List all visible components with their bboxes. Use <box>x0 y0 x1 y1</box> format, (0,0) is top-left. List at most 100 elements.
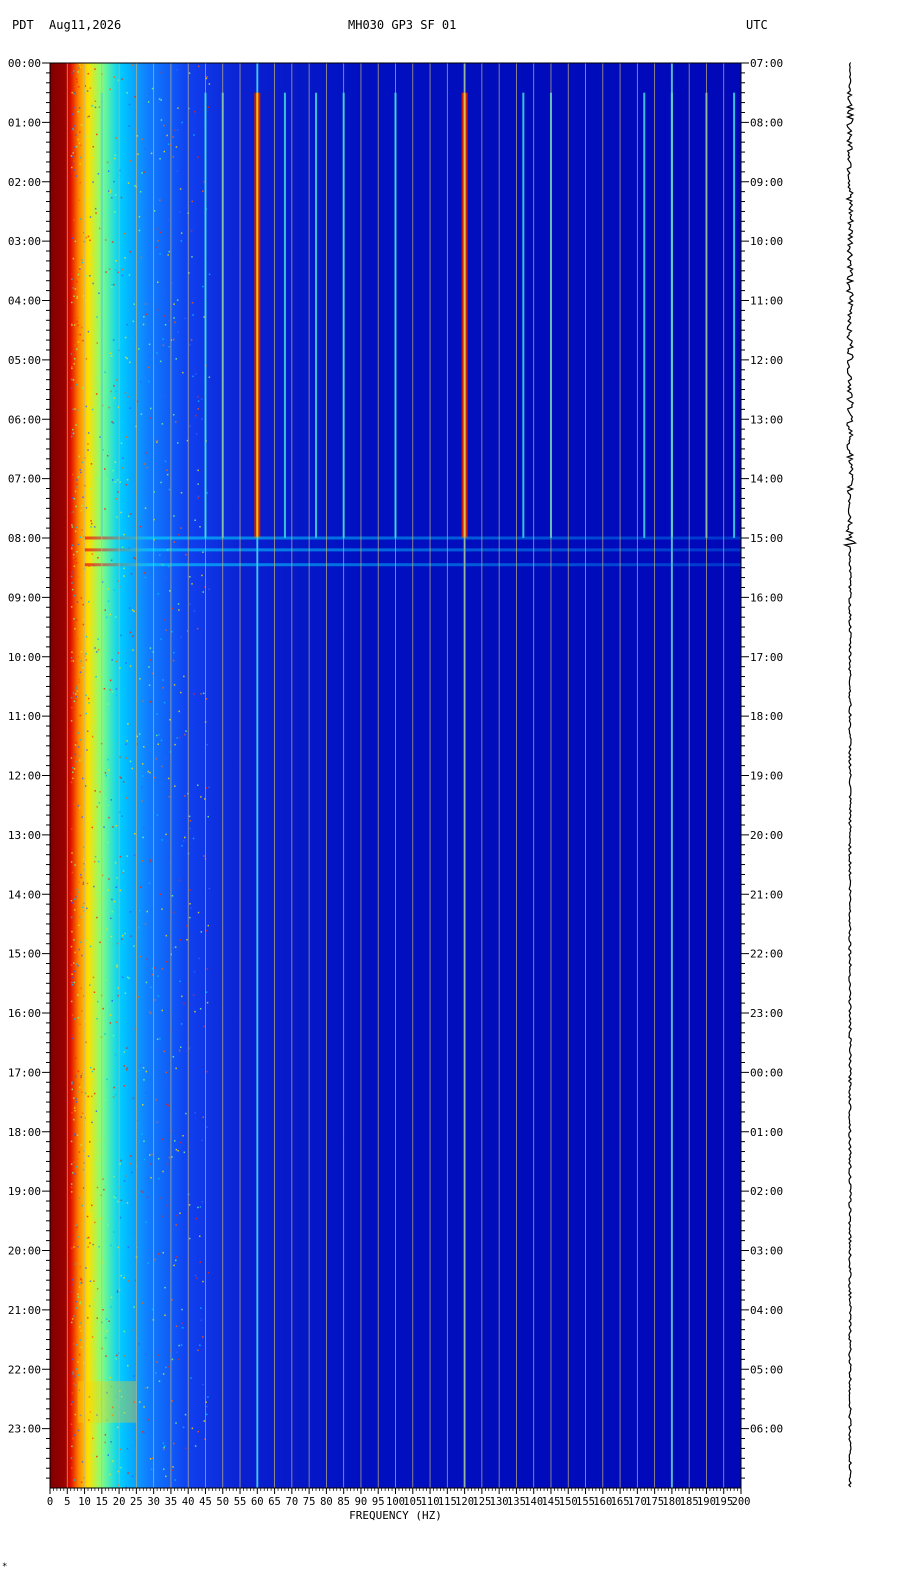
right-tick-label: 12:00 <box>750 354 783 367</box>
noise-speckle <box>173 317 175 319</box>
noise-speckle <box>117 580 119 582</box>
noise-speckle <box>189 576 191 578</box>
noise-speckle <box>177 1150 179 1152</box>
noise-speckle <box>75 1075 77 1078</box>
noise-speckle <box>97 1151 99 1153</box>
noise-speckle <box>148 93 150 95</box>
noise-speckle <box>87 730 89 732</box>
noise-speckle <box>178 710 180 713</box>
noise-speckle <box>151 1153 153 1156</box>
noise-speckle <box>180 636 182 638</box>
noise-speckle <box>138 733 141 735</box>
noise-speckle <box>124 992 127 994</box>
left-tick-label: 17:00 <box>8 1066 41 1079</box>
noise-speckle <box>180 492 183 494</box>
noise-speckle <box>89 1242 91 1244</box>
noise-speckle <box>180 240 183 242</box>
noise-speckle <box>74 1110 76 1112</box>
noise-speckle <box>110 799 113 801</box>
left-tick-label: 06:00 <box>8 413 41 426</box>
noise-speckle <box>85 236 87 239</box>
noise-speckle <box>126 357 128 360</box>
noise-speckle <box>96 1162 98 1164</box>
noise-speckle <box>177 603 180 605</box>
noise-speckle <box>115 660 118 663</box>
x-tick-label: 170 <box>628 1496 647 1508</box>
noise-speckle <box>70 511 73 513</box>
noise-speckle <box>116 942 119 945</box>
noise-speckle <box>173 338 175 341</box>
noise-speckle <box>164 460 167 463</box>
noise-speckle <box>70 1423 73 1425</box>
noise-speckle <box>77 1293 79 1296</box>
noise-speckle <box>79 739 82 741</box>
noise-speckle <box>78 1083 80 1086</box>
noise-speckle <box>199 1206 202 1208</box>
noise-speckle <box>119 481 121 483</box>
noise-speckle <box>126 1448 129 1450</box>
noise-speckle <box>126 324 128 326</box>
noise-speckle <box>76 383 78 386</box>
noise-speckle <box>162 1373 165 1375</box>
noise-speckle <box>76 348 78 350</box>
noise-speckle <box>79 807 81 809</box>
noise-speckle <box>166 1103 168 1106</box>
noise-speckle <box>76 526 78 529</box>
noise-speckle <box>89 488 92 490</box>
x-tick-label: 155 <box>576 1496 595 1508</box>
noise-speckle <box>92 976 95 979</box>
right-tick-label: 21:00 <box>750 888 783 901</box>
noise-speckle <box>114 211 116 213</box>
noise-speckle <box>94 647 96 649</box>
noise-speckle <box>138 927 140 929</box>
noise-speckle <box>93 991 96 993</box>
noise-speckle <box>109 679 112 682</box>
noise-speckle <box>119 1081 121 1084</box>
noise-speckle <box>73 146 75 149</box>
noise-speckle <box>145 452 147 454</box>
noise-speckle <box>114 481 117 483</box>
noise-speckle <box>147 770 149 773</box>
noise-speckle <box>75 963 77 965</box>
x-tick-label: 200 <box>732 1496 751 1508</box>
noise-speckle <box>183 675 185 678</box>
noise-speckle <box>120 1199 123 1202</box>
noise-speckle <box>173 541 176 543</box>
noise-speckle <box>203 855 205 857</box>
noise-speckle <box>208 83 211 85</box>
left-tick-label: 07:00 <box>8 473 41 486</box>
noise-speckle <box>93 822 95 825</box>
x-tick-label: 130 <box>490 1496 509 1508</box>
noise-speckle <box>80 471 82 474</box>
noise-speckle <box>147 101 150 103</box>
noise-speckle <box>178 879 181 881</box>
noise-speckle <box>159 360 162 363</box>
noise-speckle <box>109 689 111 691</box>
noise-speckle <box>197 396 199 398</box>
noise-speckle <box>71 441 74 444</box>
noise-speckle <box>149 647 152 649</box>
noise-speckle <box>208 786 210 789</box>
noise-speckle <box>82 603 84 606</box>
noise-speckle <box>133 1306 135 1308</box>
noise-speckle <box>125 662 127 664</box>
noise-speckle <box>155 463 158 465</box>
noise-speckle <box>171 1358 174 1361</box>
noise-speckle <box>88 1305 91 1307</box>
noise-speckle <box>164 1314 166 1316</box>
noise-speckle <box>78 1353 81 1356</box>
noise-speckle <box>182 371 184 374</box>
x-tick-label: 95 <box>372 1496 385 1508</box>
noise-speckle <box>94 207 97 210</box>
noise-speckle <box>208 376 211 378</box>
noise-speckle <box>186 925 188 927</box>
noise-speckle <box>172 1056 175 1058</box>
noise-speckle <box>116 379 118 381</box>
noise-speckle <box>184 317 186 320</box>
noise-speckle <box>200 931 203 933</box>
noise-speckle <box>115 1021 118 1023</box>
noise-speckle <box>90 627 93 629</box>
noise-speckle <box>86 90 89 92</box>
noise-speckle <box>109 88 111 91</box>
noise-speckle <box>90 526 92 528</box>
